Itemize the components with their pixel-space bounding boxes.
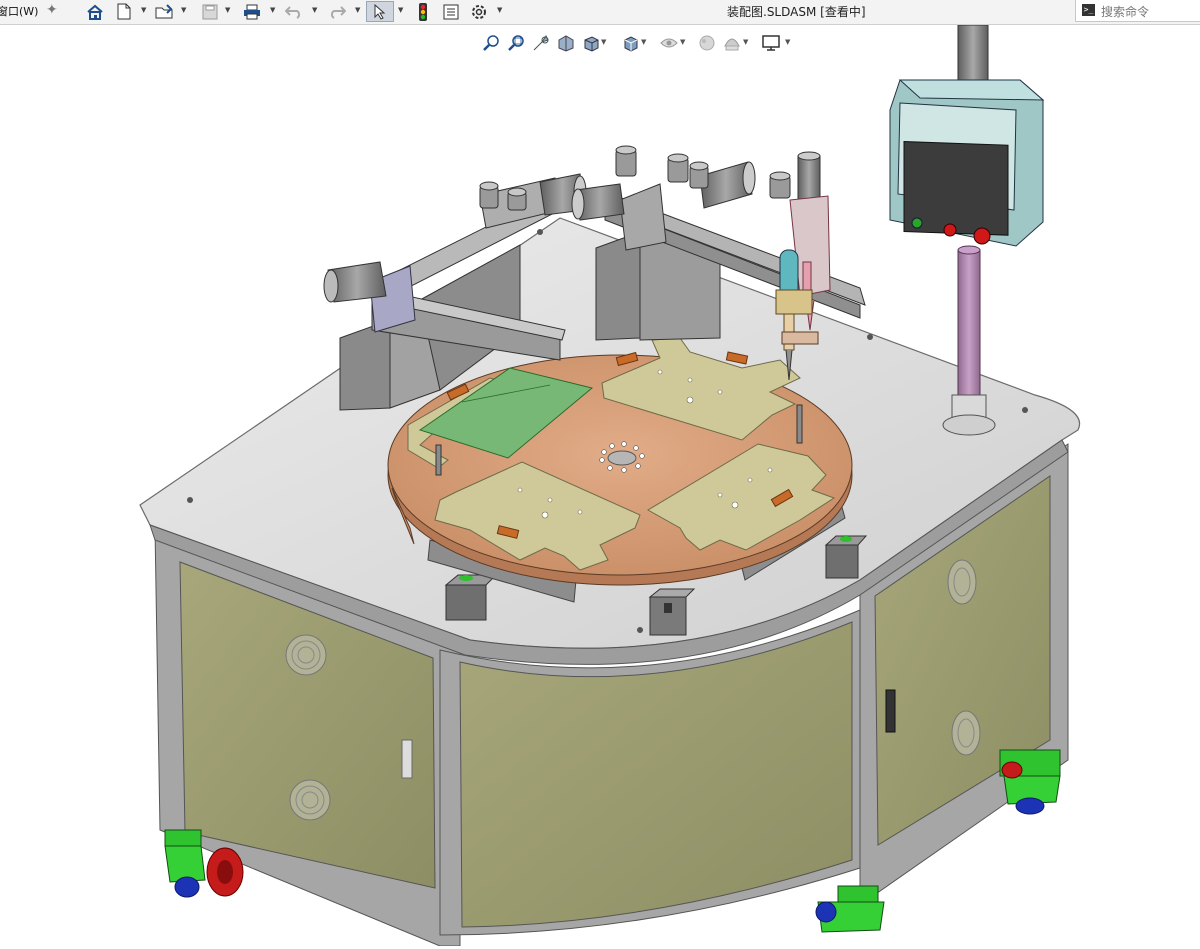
stop-button [973, 227, 991, 245]
cylinder [323, 261, 387, 303]
search-input[interactable]: 搜索命令 [1101, 3, 1149, 20]
emergency-stop-button [943, 223, 957, 237]
title-bar: 窗口(W) ✦ ▼ ▼ ▼ ▼ ▼ ▼ ▼ ▼ 装配图.SLDASM [查看中]… [0, 0, 1200, 25]
fan-grille-icon [947, 559, 977, 605]
chevron-down-icon[interactable]: ▼ [270, 6, 275, 14]
door-handle [885, 689, 896, 733]
select-pointer-icon[interactable] [366, 1, 394, 22]
save-icon[interactable] [199, 1, 221, 22]
redo-icon[interactable] [326, 1, 348, 22]
start-button [911, 217, 923, 229]
chevron-down-icon[interactable]: ▼ [141, 6, 146, 14]
traffic-light-icon[interactable] [412, 1, 434, 22]
chevron-down-icon[interactable]: ▼ [355, 6, 360, 14]
fan-grille-icon [289, 779, 331, 821]
caster-wheel [999, 749, 1061, 815]
new-document-icon[interactable] [113, 1, 135, 22]
chevron-down-icon[interactable]: ▼ [398, 6, 403, 14]
pin-icon[interactable]: ✦ [46, 2, 58, 18]
chevron-down-icon[interactable]: ▼ [181, 6, 186, 14]
chevron-down-icon[interactable]: ▼ [497, 6, 502, 14]
fan-grille-icon [951, 710, 981, 756]
linear-slide-right [571, 145, 866, 341]
fan-grille-icon [285, 634, 327, 676]
door-handle [401, 739, 413, 779]
home-icon[interactable] [84, 1, 106, 22]
open-folder-icon[interactable] [154, 1, 176, 22]
print-icon[interactable] [241, 1, 263, 22]
graphics-area[interactable] [0, 24, 1200, 947]
chevron-down-icon[interactable]: ▼ [225, 6, 230, 14]
assembly-model[interactable] [0, 24, 1200, 947]
caster-wheel [815, 885, 885, 933]
options-gear-icon[interactable] [468, 1, 490, 22]
cylinder [571, 183, 625, 221]
menu-window[interactable]: 窗口(W) [0, 3, 38, 19]
chevron-down-icon[interactable]: ▼ [312, 6, 317, 14]
undo-icon[interactable] [283, 1, 305, 22]
terminal-icon: >_ [1082, 4, 1095, 16]
search-commands[interactable]: >_ 搜索命令 [1075, 0, 1200, 22]
window-title: 装配图.SLDASM [查看中] [727, 5, 866, 19]
file-properties-icon[interactable] [440, 1, 462, 22]
